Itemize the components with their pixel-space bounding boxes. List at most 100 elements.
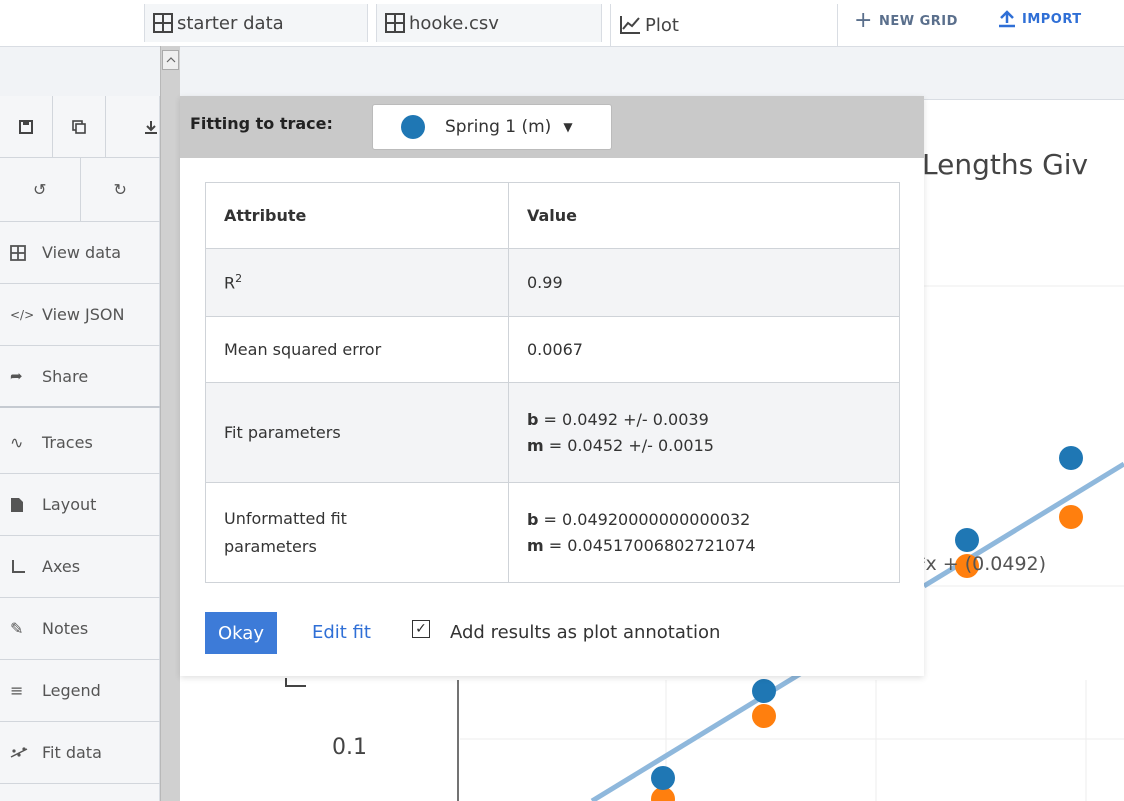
- new-grid-label: NEW GRID: [878, 13, 958, 29]
- mse-value: 0.0067: [508, 316, 900, 383]
- plus-icon: +: [854, 8, 873, 33]
- edit-fit-link[interactable]: Edit fit: [312, 622, 371, 643]
- data-point-spring2: [752, 704, 776, 728]
- undo-button[interactable]: ↺: [0, 158, 81, 221]
- grid-icon: [385, 13, 405, 33]
- undo-icon: ↺: [33, 180, 47, 199]
- param-value: = 0.04920000000000032: [538, 509, 751, 529]
- unformatted-parameters-label: Unformatted fit parameters: [205, 482, 509, 583]
- scrollbar[interactable]: [160, 46, 180, 801]
- unformatted-label-text: Unformatted fit parameters: [224, 508, 347, 556]
- table-row: Unformatted fit parameters b = 0.0492000…: [205, 482, 900, 583]
- sidebar-item-axes[interactable]: Axes: [0, 536, 160, 598]
- fit-parameters-value: b = 0.0492 +/- 0.0039 m = 0.0452 +/- 0.0…: [508, 382, 900, 483]
- sidebar-item-label: Axes: [42, 557, 81, 576]
- fit-annotation: *x + (0.0492): [916, 553, 1046, 575]
- toolbar-row: [0, 96, 160, 158]
- trace-icon: ∿: [10, 433, 24, 452]
- column-header-attribute: Attribute: [205, 182, 509, 249]
- param-m-line: m = 0.0452 +/- 0.0015: [527, 433, 881, 459]
- legend-icon: ≡: [10, 681, 24, 700]
- annotation-checkbox[interactable]: ✓: [412, 620, 430, 638]
- table-header-row: Attribute Value: [205, 182, 900, 249]
- mse-label: Mean squared error: [205, 316, 509, 383]
- caret-down-icon: ▼: [563, 120, 573, 134]
- param-value: = 0.0452 +/- 0.0015: [543, 435, 714, 455]
- fit-parameters-label: Fit parameters: [205, 382, 509, 483]
- new-grid-button[interactable]: + NEW GRID: [854, 10, 958, 32]
- sidebar-item-view-data[interactable]: View data: [0, 222, 160, 284]
- table-row: Fit parameters b = 0.0492 +/- 0.0039 m =…: [205, 382, 900, 483]
- sidebar-item-view-json[interactable]: </> View JSON: [0, 284, 160, 346]
- chevron-up-icon: [166, 57, 175, 63]
- sidebar-item-notes[interactable]: ✎ Notes: [0, 598, 160, 660]
- sidebar-item-legend[interactable]: ≡ Legend: [0, 660, 160, 722]
- import-button[interactable]: IMPORT: [998, 10, 1082, 28]
- sidebar-item-label: Layout: [42, 495, 97, 514]
- unformatted-parameters-value: b = 0.04920000000000032 m = 0.0451700680…: [508, 482, 900, 583]
- sidebar-item-label: Notes: [42, 619, 89, 638]
- param-b-line: b = 0.0492 +/- 0.0039: [527, 407, 881, 433]
- param-name: m: [527, 435, 544, 455]
- fit-icon: [10, 746, 34, 759]
- fit-results-table: Attribute Value R2 0.99 Mean squared err…: [205, 182, 900, 583]
- axis-corner-mark: [285, 678, 306, 687]
- sidebar-item-label: View JSON: [42, 305, 125, 324]
- param-m-line: m = 0.04517006802721074: [527, 533, 881, 559]
- tab-label: starter data: [177, 12, 284, 34]
- param-value: = 0.04517006802721074: [543, 535, 756, 555]
- tab-bar: starter data hooke.csv Plot + NEW GRID I…: [0, 0, 1124, 46]
- sidebar-item-share[interactable]: ➦ Share: [0, 346, 160, 408]
- trace-dropdown-value: Spring 1 (m): [445, 117, 552, 137]
- sidebar-item-label: Share: [42, 366, 89, 386]
- save-button[interactable]: [0, 96, 53, 157]
- redo-button[interactable]: ↻: [81, 158, 161, 221]
- r-squared-value: 0.99: [508, 248, 900, 317]
- param-name: b: [527, 509, 539, 529]
- sidebar-item-label: Fit data: [42, 743, 102, 762]
- r-squared-superscript: 2: [235, 272, 243, 286]
- axes-icon: [10, 559, 34, 575]
- save-icon: [19, 119, 33, 134]
- table-row: R2 0.99: [205, 248, 900, 317]
- line-chart-icon: [620, 16, 640, 34]
- annotation-checkbox-label: Add results as plot annotation: [450, 622, 721, 643]
- r-squared-label: R2: [205, 248, 509, 317]
- sidebar-item-label: Legend: [42, 681, 101, 700]
- fit-results-dialog: Fitting to trace: Spring 1 (m) ▼ Attribu…: [180, 96, 924, 676]
- copy-icon: [72, 119, 86, 134]
- share-icon: ➦: [10, 367, 23, 385]
- sidebar-item-traces[interactable]: ∿ Traces: [0, 412, 160, 474]
- tab-plot[interactable]: Plot: [610, 4, 838, 46]
- param-name: b: [527, 409, 539, 429]
- grid-icon: [10, 244, 34, 261]
- data-point-spring1: [1059, 446, 1083, 470]
- fitting-to-trace-label: Fitting to trace:: [190, 114, 333, 133]
- sidebar-item-label: Traces: [42, 433, 93, 452]
- tab-hooke-csv[interactable]: hooke.csv: [376, 4, 602, 42]
- param-b-line: b = 0.04920000000000032: [527, 507, 881, 533]
- okay-button[interactable]: Okay: [205, 612, 277, 654]
- layout-icon: [10, 497, 34, 513]
- sidebar-item-label: View data: [42, 243, 122, 262]
- table-row: Mean squared error 0.0067: [205, 316, 900, 383]
- tab-starter-data[interactable]: starter data: [144, 4, 368, 42]
- r-label-text: R: [224, 273, 236, 293]
- trace-color-swatch: [401, 115, 425, 139]
- data-point-spring1: [651, 766, 675, 790]
- param-value: = 0.0492 +/- 0.0039: [538, 409, 709, 429]
- sidebar-item-fit-data[interactable]: Fit data: [0, 722, 160, 784]
- tab-label: hooke.csv: [409, 12, 499, 34]
- data-point-spring1: [955, 528, 979, 552]
- download-icon: [145, 120, 157, 134]
- download-button[interactable]: [106, 96, 160, 157]
- sidebar-item-layout[interactable]: Layout: [0, 474, 160, 536]
- grid-icon: [153, 13, 173, 33]
- checkmark-icon: ✓: [415, 621, 427, 637]
- trace-dropdown[interactable]: Spring 1 (m) ▼: [372, 104, 612, 150]
- data-point-spring2: [1059, 505, 1083, 529]
- copy-button[interactable]: [53, 96, 106, 157]
- redo-icon: ↻: [113, 180, 127, 199]
- scroll-up-button[interactable]: [162, 50, 179, 70]
- y-tick-label: 0.1: [332, 735, 367, 760]
